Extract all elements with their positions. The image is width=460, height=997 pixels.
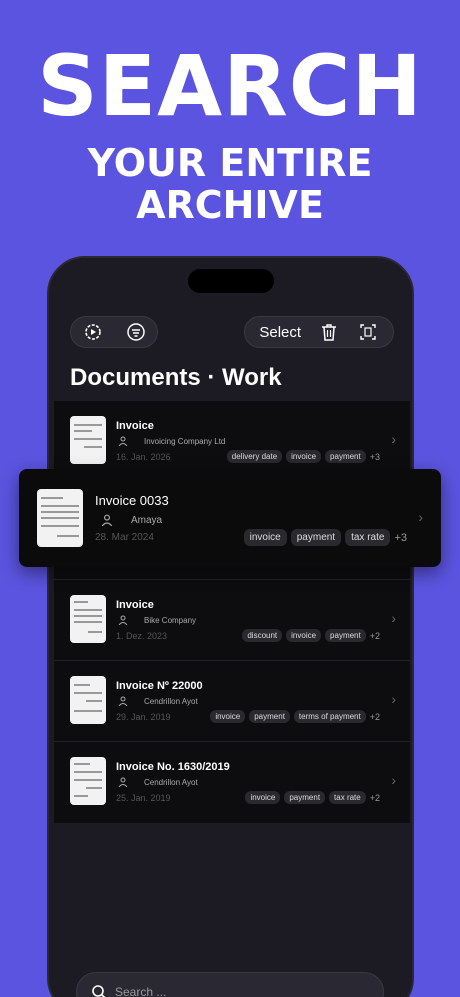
- document-date: 29. Jan. 2019: [116, 712, 171, 722]
- document-correspondent: Amaya: [101, 514, 162, 526]
- person-icon: [118, 615, 128, 625]
- document-date: 1. Dez. 2023: [116, 631, 168, 641]
- tag: tax rate: [345, 529, 391, 546]
- document-title: Invoice Nº 22000: [116, 680, 203, 692]
- hero-subtitle: YOUR ENTIRE ARCHIVE: [0, 142, 460, 226]
- hero-subtitle-line1: YOUR ENTIRE: [87, 141, 373, 185]
- document-title: Invoice: [116, 599, 154, 611]
- tag: discount: [242, 629, 283, 642]
- tag: invoice: [210, 710, 246, 723]
- document-correspondent: Invoicing Company Ltd: [118, 436, 225, 446]
- tag-list: delivery date invoice payment +3: [226, 450, 380, 463]
- chevron-right-icon: ›: [391, 431, 396, 447]
- hero-subtitle-line2: ARCHIVE: [136, 183, 324, 227]
- chevron-right-icon: ›: [391, 691, 396, 707]
- phone-frame: Select Documents · Work Invoice Invoicin…: [47, 256, 414, 997]
- gear-play-icon[interactable]: [82, 321, 104, 343]
- tag-list: invoice payment tax rate +2: [245, 791, 380, 804]
- filter-lines-icon[interactable]: [125, 321, 147, 343]
- tag: invoice: [286, 629, 322, 642]
- tag-list: invoice payment tax rate +3: [243, 529, 407, 546]
- document-scan-icon[interactable]: [357, 321, 379, 343]
- more-tags-count: +2: [369, 711, 380, 722]
- correspondent-name: Invoicing Company Ltd: [144, 436, 226, 446]
- correspondent-name: Cendrillon Ayot: [144, 696, 198, 706]
- tag: delivery date: [226, 450, 283, 463]
- search-bar[interactable]: [76, 972, 384, 997]
- person-icon: [118, 696, 128, 706]
- trash-icon[interactable]: [318, 321, 340, 343]
- tag-list: discount invoice payment +2: [242, 629, 380, 642]
- tag: payment: [325, 629, 366, 642]
- document-thumbnail: [70, 757, 106, 805]
- document-list: Invoice Invoicing Company Ltd 16. Jan. 2…: [54, 401, 410, 823]
- list-item[interactable]: Invoice Nº 22000 Cendrillon Ayot 29. Jan…: [54, 661, 410, 742]
- chevron-right-icon: ›: [418, 509, 423, 525]
- toolbar-right-group: Select: [244, 316, 394, 348]
- toolbar-left-group: [70, 316, 158, 348]
- document-title: Invoice: [116, 420, 154, 432]
- correspondent-name: Cendrillon Ayot: [144, 777, 198, 787]
- document-thumbnail: [70, 416, 106, 464]
- select-button[interactable]: Select: [259, 324, 301, 341]
- document-title: Invoice No. 1630/2019: [116, 761, 230, 773]
- tag-list: invoice payment terms of payment +2: [210, 710, 380, 723]
- tag: payment: [325, 450, 366, 463]
- tag: invoice: [286, 450, 322, 463]
- person-icon: [118, 436, 128, 446]
- hero-title: SEARCH: [37, 37, 423, 135]
- tag: payment: [249, 710, 290, 723]
- tag: terms of payment: [293, 710, 366, 723]
- document-thumbnail: [70, 595, 106, 643]
- list-item[interactable]: Invoice Bike Company 1. Dez. 2023 discou…: [54, 580, 410, 661]
- person-icon: [101, 514, 113, 526]
- tag: invoice: [243, 529, 287, 546]
- tag: payment: [290, 529, 342, 546]
- document-date: 28. Mar 2024: [95, 532, 154, 543]
- document-date: 25. Jan. 2019: [116, 793, 171, 803]
- more-tags-count: +2: [369, 630, 380, 641]
- document-thumbnail: [70, 676, 106, 724]
- list-item[interactable]: Invoice No. 1630/2019 Cendrillon Ayot 25…: [54, 742, 410, 823]
- document-date: 16. Jan. 2026: [116, 452, 171, 462]
- correspondent-name: Amaya: [131, 514, 163, 526]
- tag: invoice: [245, 791, 281, 804]
- correspondent-name: Bike Company: [144, 615, 197, 625]
- more-tags-count: +3: [369, 451, 380, 462]
- document-title: Invoice 0033: [95, 493, 169, 508]
- more-tags-count: +3: [394, 531, 407, 544]
- person-icon: [118, 777, 128, 787]
- document-correspondent: Cendrillon Ayot: [118, 696, 198, 706]
- chevron-right-icon: ›: [391, 610, 396, 626]
- tag: tax rate: [329, 791, 366, 804]
- chevron-right-icon: ›: [391, 772, 396, 788]
- tag: payment: [284, 791, 326, 804]
- more-tags-count: +2: [369, 792, 380, 803]
- search-icon: [92, 985, 106, 997]
- document-correspondent: Cendrillon Ayot: [118, 777, 198, 787]
- document-thumbnail: [37, 489, 83, 547]
- dynamic-island: [188, 269, 274, 293]
- page-title: Documents · Work: [70, 364, 282, 391]
- document-correspondent: Bike Company: [118, 615, 196, 625]
- search-input[interactable]: [115, 985, 355, 997]
- featured-list-item[interactable]: Invoice 0033 Amaya 28. Mar 2024 invoice …: [19, 469, 441, 567]
